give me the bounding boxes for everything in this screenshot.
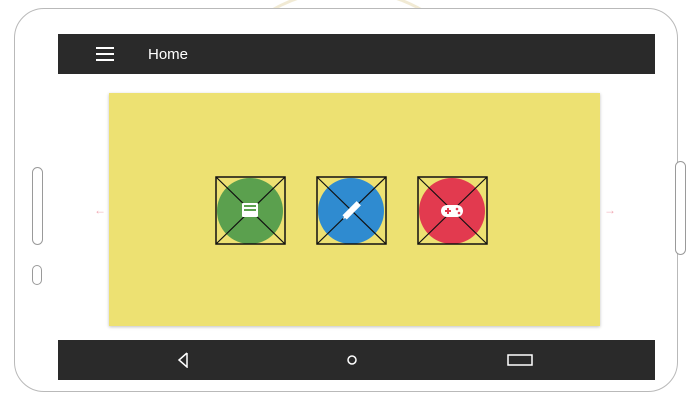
- book-icon: [242, 203, 258, 217]
- recents-icon[interactable]: [503, 340, 537, 380]
- home-icon[interactable]: [337, 340, 367, 380]
- next-arrow-icon[interactable]: →: [604, 203, 616, 217]
- back-icon[interactable]: [168, 340, 198, 380]
- app-bar: Home: [58, 34, 655, 74]
- power-button[interactable]: [32, 265, 42, 285]
- edit-button[interactable]: [316, 176, 387, 245]
- page-title: Home: [148, 45, 189, 63]
- book-button[interactable]: [215, 176, 286, 245]
- menu-icon[interactable]: [96, 47, 114, 61]
- game-button[interactable]: [417, 176, 488, 245]
- screen: Home: [58, 34, 655, 380]
- side-button-right[interactable]: [675, 161, 686, 255]
- system-nav-bar: [58, 340, 655, 380]
- content-card: [109, 93, 600, 326]
- volume-button[interactable]: [32, 167, 43, 245]
- previous-arrow-icon[interactable]: ←: [94, 203, 106, 217]
- gamepad-icon: [441, 205, 463, 217]
